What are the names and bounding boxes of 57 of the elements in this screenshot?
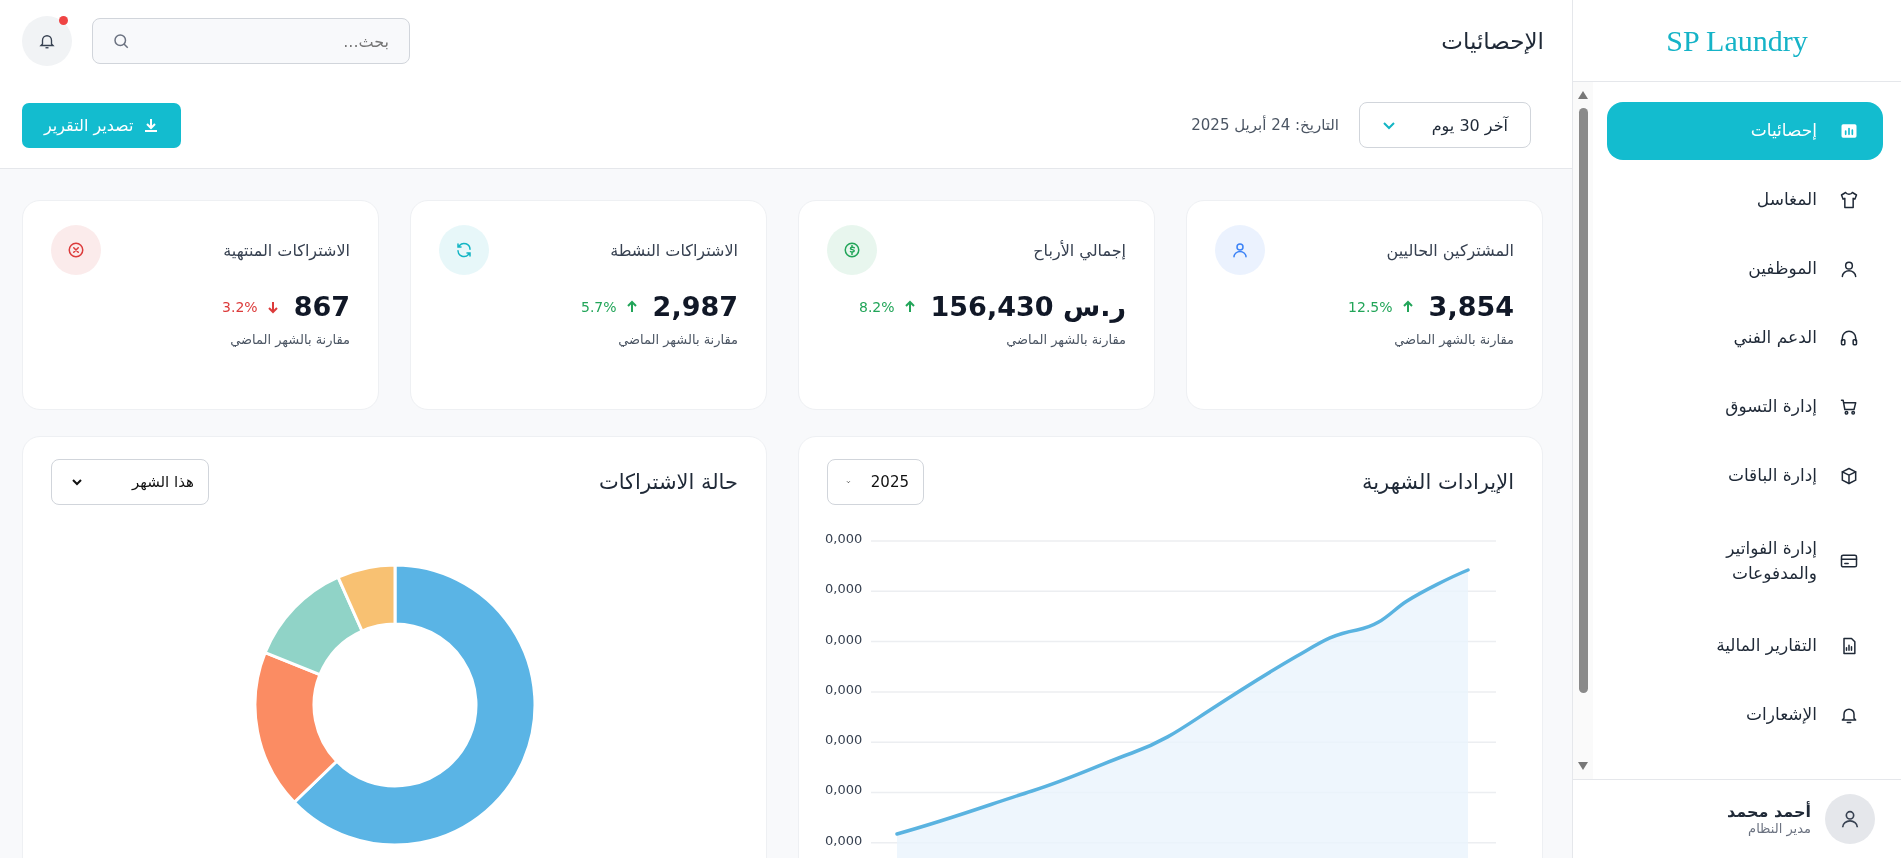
nav-item[interactable]: إدارة الباقات	[1607, 447, 1883, 505]
period-dropdown[interactable]: هذا الشهر	[51, 459, 209, 505]
axis-label: 0,000	[825, 734, 864, 750]
nav-item[interactable]: إدارة الفواتير والمدفوعات	[1607, 516, 1883, 606]
user-icon	[1839, 808, 1861, 830]
axis-label: 0,000	[825, 683, 864, 699]
axis-label: 0,000	[825, 533, 864, 548]
nav-icon	[1839, 397, 1859, 417]
stat-title: المشتركين الحاليين	[1386, 240, 1514, 260]
stat-value: ر.س 156,430	[930, 291, 1126, 322]
axis-label: 0,000	[825, 784, 864, 800]
stat-change: 3.2%	[222, 298, 258, 315]
stat-title: الاشتراكات المنتهية	[223, 240, 350, 260]
search-field[interactable]: بحث...	[92, 18, 410, 64]
user-role: مدير النظام	[1747, 821, 1811, 836]
nav-item[interactable]: التقارير المالية	[1607, 617, 1883, 675]
axis-label: 0,000	[825, 583, 864, 599]
bell-icon	[38, 32, 56, 50]
stat-change: 5.7%	[581, 298, 617, 315]
download-icon	[143, 117, 160, 133]
nav-icon	[1839, 259, 1859, 279]
stat-change: 8.2%	[858, 298, 895, 315]
chart-title: الإيرادات الشهرية	[1361, 470, 1514, 494]
stat-value: 867	[293, 291, 350, 322]
nav-item[interactable]: الإشعارات	[1607, 686, 1883, 744]
report-date: التاريخ: 24 أبريل 2025	[1191, 116, 1339, 134]
nav-item[interactable]: المغاسل	[1607, 171, 1883, 229]
scroll-up-icon[interactable]	[1577, 90, 1589, 100]
stat-change: 12.5%	[1348, 298, 1393, 315]
range-dropdown[interactable]: آخر 30 يوم	[1359, 102, 1531, 148]
avatar[interactable]	[1825, 794, 1875, 844]
app-logo: SP Laundry	[1666, 23, 1808, 58]
nav-item[interactable]: الدعم الفني	[1607, 309, 1883, 367]
notification-button[interactable]	[22, 16, 72, 66]
period-dropdown[interactable]: 2025	[827, 459, 924, 505]
axis-label: 0,000	[825, 633, 864, 649]
scrollbar[interactable]	[1573, 82, 1593, 779]
nav-item[interactable]: إدارة التسوق	[1607, 378, 1883, 436]
stat-note: مقارنة بالشهر الماضي	[1005, 332, 1126, 347]
nav-icon	[1839, 551, 1859, 571]
stat-note: مقارنة بالشهر الماضي	[617, 332, 738, 347]
scroll-down-icon[interactable]	[1577, 761, 1589, 771]
page-title: الإحصائيات	[1441, 28, 1544, 54]
stat-title: إجمالي الأرباح	[1033, 240, 1126, 260]
axis-label: 0,000	[825, 834, 864, 850]
user-name: أحمد محمد	[1727, 802, 1811, 821]
stat-value: 2,987	[652, 291, 738, 322]
stat-note: مقارنة بالشهر الماضي	[1393, 332, 1514, 347]
chart-title: حالة الاشتراكات	[598, 470, 738, 494]
nav-item[interactable]: الموظفين	[1607, 240, 1883, 298]
nav-icon	[1839, 466, 1859, 486]
nav-icon	[1839, 328, 1859, 348]
stat-title: الاشتراكات النشطة	[610, 240, 738, 260]
stat-value: 3,854	[1428, 291, 1514, 322]
nav-icon	[1839, 121, 1859, 141]
stat-note: مقارنة بالشهر الماضي	[229, 332, 350, 347]
nav-icon	[1839, 190, 1859, 210]
